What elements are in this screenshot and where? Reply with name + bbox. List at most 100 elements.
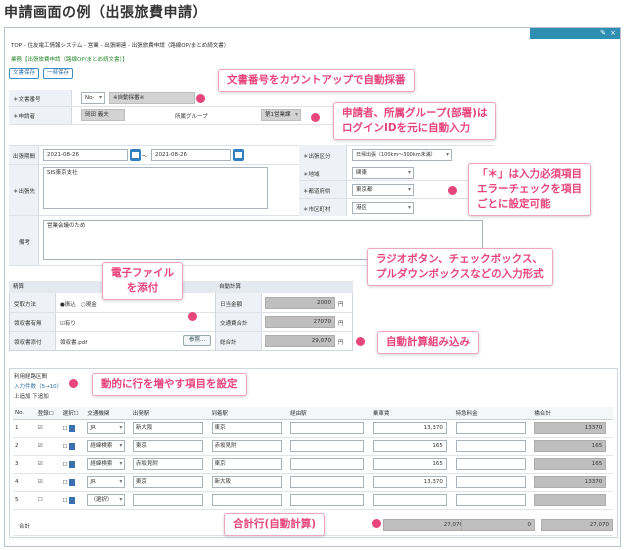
area-select[interactable]: 関東 [352,167,414,179]
from-station-input[interactable]: 東京 [132,440,203,452]
divider [216,312,352,313]
callout-login-autofill: 申請者、所属グループ(部署)は ログインIDを元に自動入力 [333,102,497,140]
via-station-input[interactable] [290,440,365,452]
business-link[interactable]: 業務【出張旅費申請（路線OP/まとめ続文書）】 [11,55,128,63]
traffic-label: 交通費合計 [220,321,248,327]
city-select[interactable]: 港区 [352,202,414,214]
total-field: 29,070 [265,335,335,347]
cash-radio[interactable]: ○現金 [81,300,97,308]
document-icon[interactable] [69,442,76,450]
transport-select[interactable]: JR [87,422,126,434]
row-sum-field: 165 [534,458,607,470]
row-sum-field [534,494,607,506]
from-station-input[interactable]: 新大阪 [132,422,203,434]
divider [9,145,494,146]
select-checkbox[interactable]: ☐ [63,426,68,432]
divider [10,331,215,332]
document-icon[interactable] [69,478,76,486]
fare-input[interactable]: 13,370 [372,422,447,434]
via-station-input[interactable] [290,494,365,506]
breadcrumb: TOP - 住友電工情報システム - 営業 - 出張関連 - 出張旅費申請（路線… [11,43,230,49]
row-number: 2 [15,443,19,449]
start-date-input[interactable]: 2021-08-26 [43,149,128,161]
select-checkbox[interactable]: ☐ [63,444,68,450]
to-station-input[interactable]: 東京 [211,422,282,434]
register-checkbox[interactable]: ☑ [38,479,43,485]
receipt-checkbox[interactable]: ☑有り [60,319,76,327]
select-checkbox[interactable]: ☐ [63,498,68,504]
doc-number-prefix-select[interactable]: No- [81,92,105,104]
end-date-input[interactable]: 2021-08-26 [151,149,231,161]
express-input[interactable] [455,476,526,488]
fare-input[interactable] [372,494,447,506]
attach-file-name: 領収書.pdf [60,340,88,346]
method-label: 受取方法 [14,302,37,308]
callout-auto-numbering: 文書番号をカウントアップで自動採番 [218,69,415,92]
group-select[interactable]: 第1営業課 [261,109,301,121]
to-station-input[interactable] [211,494,282,506]
transport-select[interactable]: （選択） [87,494,126,506]
via-station-input[interactable] [290,476,365,488]
register-checkbox[interactable]: ☑ [38,461,43,467]
callout-marker [196,94,205,103]
calendar-icon[interactable] [130,149,141,161]
fare-input[interactable]: 13,370 [372,476,447,488]
temp-save-button[interactable]: 一時保存 [43,68,73,79]
close-icon[interactable]: × [610,29,616,37]
transport-select[interactable]: 経緯検索 [87,440,126,452]
register-checkbox[interactable]: ☑ [38,443,43,449]
kubun-select[interactable]: 日帰出張（100km～300km未満） [352,149,452,161]
document-icon[interactable] [69,496,76,504]
to-station-input[interactable]: 赤坂見附 [211,440,282,452]
destination-label: ＊出張先 [13,189,36,195]
column-header: 到着駅 [209,407,289,420]
via-station-input[interactable] [290,422,365,434]
row-count-link[interactable]: 入力件数（5→10） [14,382,62,390]
register-checkbox[interactable]: ☐ [38,497,43,503]
transport-select[interactable]: 経緯検索 [87,458,126,470]
row-number: 4 [15,479,19,485]
add-row-links[interactable]: 上追加 下追加 [14,392,49,400]
browse-button[interactable]: 参照... [183,335,211,346]
via-station-input[interactable] [290,458,365,470]
transport-select[interactable]: JR [87,476,126,488]
pref-select[interactable]: 東京都 [352,184,414,196]
destination-textarea[interactable]: SIS東京支社 [43,167,268,209]
document-icon[interactable] [69,460,76,468]
traffic-field: 27070 [265,316,335,328]
calendar-icon[interactable] [233,149,244,161]
select-checkbox[interactable]: ☐ [63,462,68,468]
applicant-field: 岡田 義夫 [81,109,125,121]
area-label: ＊地域 [303,172,320,178]
fare-input[interactable]: 165 [372,458,447,470]
select-checkbox[interactable]: ☐ [63,480,68,486]
express-input[interactable] [455,458,526,470]
column-header: 登録☐ [35,407,61,420]
tilde: 〜 [142,154,148,160]
save-button[interactable]: 文書保存 [9,68,39,79]
route-table: No.登録☐選択☐交通機関出発駅到着駅経由駅乗車賃特急料金橋合計 1 ☑ ☐ JR 新… [13,407,613,510]
from-station-input[interactable]: 赤坂見附 [132,458,203,470]
to-station-input[interactable]: 東京 [211,458,282,470]
document-icon[interactable] [69,424,76,432]
fare-input[interactable]: 165 [372,440,447,452]
column-header: 出発駅 [130,407,210,420]
express-input[interactable] [455,440,526,452]
row-number: 3 [15,461,19,467]
table-row: 1 ☑ ☐ JR 新大阪東京 13,370 13370 [13,419,613,438]
divider [9,164,299,165]
express-input[interactable] [455,422,526,434]
callout-dynamic-rows: 動的に行を増やす項目を設定 [92,373,247,396]
edit-icon[interactable]: ✎ [600,29,606,37]
register-checkbox[interactable]: ☑ [38,425,43,431]
express-input[interactable] [455,494,526,506]
row-sum-field: 165 [534,440,607,452]
from-station-input[interactable] [132,494,203,506]
column-header: 選択☐ [60,407,86,420]
to-station-input[interactable]: 新大阪 [211,476,282,488]
from-station-input[interactable]: 東京 [132,476,203,488]
transfer-radio[interactable]: ●振込 [60,300,76,308]
yen-label: 円 [338,340,344,346]
callout-total-row: 合計行(自動計算) [224,513,326,536]
applicant-label: ＊申請者 [13,114,36,120]
